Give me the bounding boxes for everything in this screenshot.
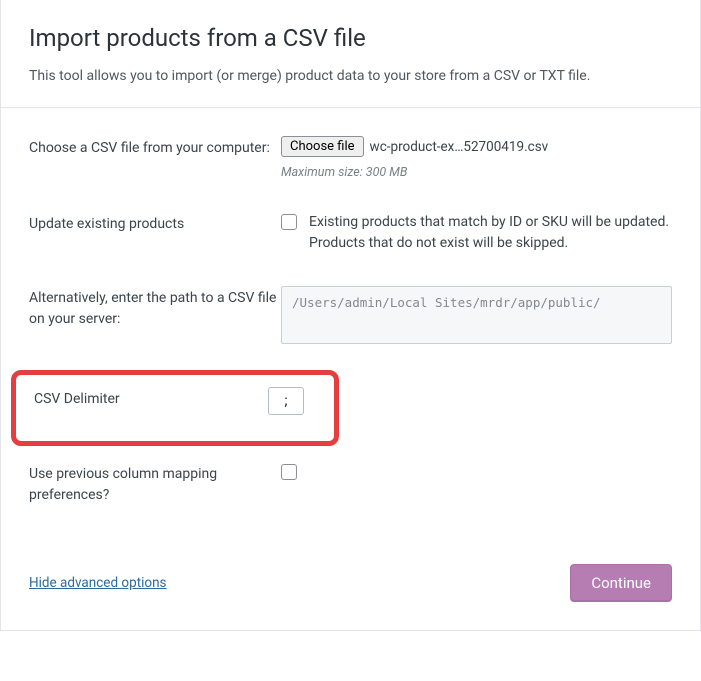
mapping-value: [281, 462, 672, 480]
file-picker: Choose file wc-product-ex…52700419.csv: [281, 136, 672, 157]
max-size-text: Maximum size: 300 MB: [281, 165, 672, 180]
page-title: Import products from a CSV file: [29, 24, 672, 52]
continue-button[interactable]: Continue: [570, 564, 672, 602]
server-path-label: Alternatively, enter the path to a CSV f…: [29, 286, 281, 330]
file-value: Choose file wc-product-ex…52700419.csv M…: [281, 136, 672, 180]
server-path-value: /Users/admin/Local Sites/mrdr/app/public…: [281, 286, 672, 348]
delimiter-row: CSV Delimiter: [34, 387, 324, 415]
mapping-label: Use previous column mapping preferences?: [29, 462, 281, 506]
csv-delimiter-input[interactable]: [268, 387, 304, 415]
panel-footer: Hide advanced options Continue: [1, 536, 700, 630]
file-row: Choose a CSV file from your computer: Ch…: [29, 126, 672, 202]
import-panel: Import products from a CSV file This too…: [0, 0, 701, 631]
server-path-input[interactable]: /Users/admin/Local Sites/mrdr/app/public…: [281, 286, 672, 344]
file-label: Choose a CSV file from your computer:: [29, 136, 281, 159]
choose-file-button[interactable]: Choose file: [281, 136, 364, 157]
chosen-filename: wc-product-ex…52700419.csv: [370, 139, 549, 155]
hide-advanced-link[interactable]: Hide advanced options: [29, 575, 167, 591]
update-row: Update existing products Existing produc…: [29, 202, 672, 276]
form-body: Choose a CSV file from your computer: Ch…: [1, 108, 700, 536]
update-check-row: Existing products that match by ID or SK…: [281, 212, 672, 254]
panel-header: Import products from a CSV file This too…: [1, 0, 700, 107]
update-label: Update existing products: [29, 212, 281, 235]
delimiter-value: [268, 387, 324, 415]
server-path-row: Alternatively, enter the path to a CSV f…: [29, 276, 672, 370]
mapping-checkbox[interactable]: [281, 464, 297, 480]
delimiter-label: CSV Delimiter: [34, 387, 268, 410]
update-check-text: Existing products that match by ID or SK…: [309, 212, 672, 254]
update-value: Existing products that match by ID or SK…: [281, 212, 672, 254]
mapping-row: Use previous column mapping preferences?: [29, 452, 672, 528]
delimiter-highlight: CSV Delimiter: [11, 370, 339, 446]
page-subtitle: This tool allows you to import (or merge…: [29, 66, 672, 87]
update-existing-checkbox[interactable]: [281, 214, 297, 230]
